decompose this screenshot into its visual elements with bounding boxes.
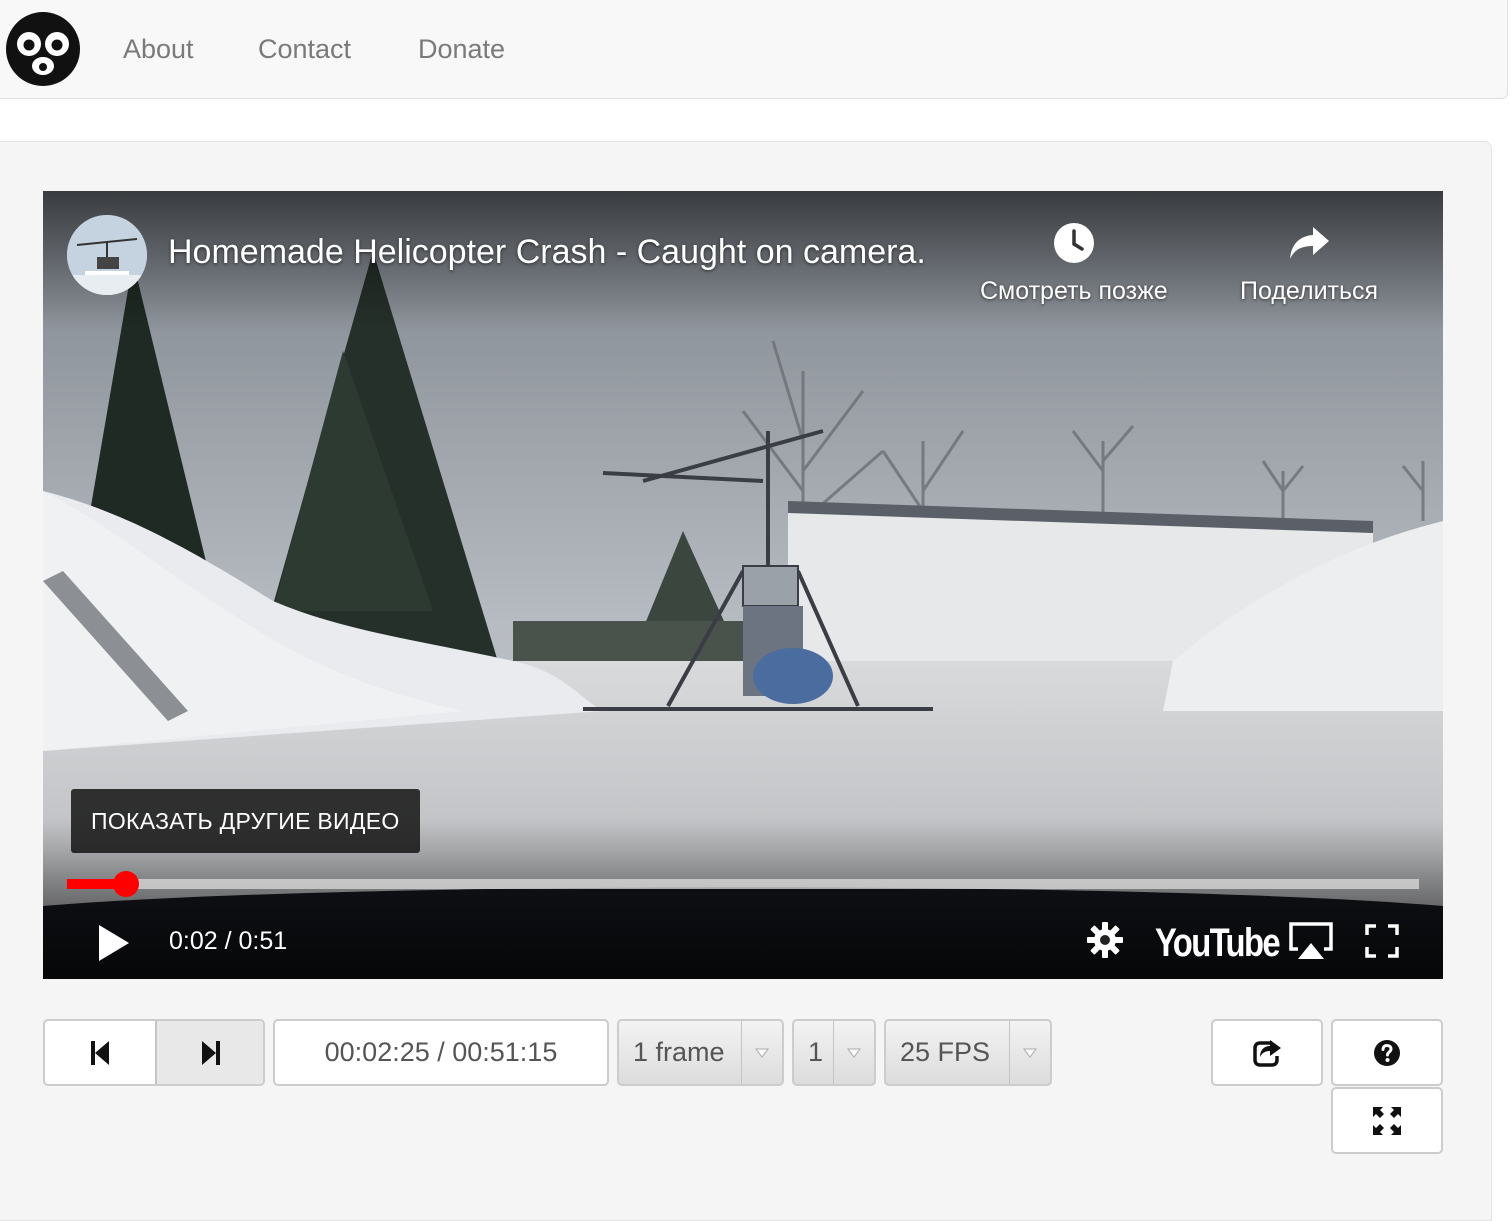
more-videos-button[interactable]: ПОКАЗАТЬ ДРУГИЕ ВИДЕО — [71, 789, 420, 853]
chevron-down-icon — [741, 1021, 782, 1084]
skip-previous-icon — [91, 1040, 109, 1065]
multiplier-select[interactable]: 1 — [792, 1019, 876, 1086]
nav-about-link[interactable]: About — [123, 30, 194, 68]
channel-avatar[interactable] — [67, 215, 147, 295]
youtube-video-player[interactable]: Homemade Helicopter Crash - Caught on ca… — [43, 191, 1443, 979]
fullscreen-icon[interactable] — [1365, 924, 1399, 958]
fullscreen-expand-button[interactable] — [1331, 1087, 1443, 1154]
question-circle-icon — [1374, 1039, 1400, 1066]
frame-step-button-group — [43, 1019, 265, 1086]
skip-next-icon — [202, 1040, 220, 1065]
top-navbar: About Contact Donate — [0, 0, 1508, 99]
youtube-logo[interactable]: YouTube — [1155, 921, 1281, 966]
fps-select[interactable]: 25 FPS — [884, 1019, 1052, 1086]
monkey-logo-icon[interactable] — [5, 11, 81, 87]
watch-later-button[interactable]: Смотреть позже — [980, 221, 1168, 306]
timecode-display[interactable]: 00:02:25 / 00:51:15 — [273, 1019, 609, 1086]
nav-donate-link[interactable]: Donate — [418, 30, 505, 68]
airplay-icon[interactable] — [1288, 921, 1334, 961]
fps-value: 25 FPS — [900, 1037, 991, 1067]
clock-icon — [1053, 223, 1094, 263]
watch-later-label: Смотреть позже — [980, 277, 1168, 305]
multiplier-value: 1 — [808, 1037, 824, 1067]
video-title[interactable]: Homemade Helicopter Crash - Caught on ca… — [168, 233, 926, 272]
step-size-value: 1 frame — [633, 1037, 725, 1067]
play-icon[interactable] — [95, 923, 131, 963]
share-square-icon — [1253, 1039, 1281, 1067]
share-arrow-icon — [1290, 227, 1330, 259]
chevron-down-icon — [1009, 1021, 1050, 1084]
share-export-button[interactable] — [1211, 1019, 1323, 1086]
video-time-display: 0:02 / 0:51 — [169, 927, 288, 955]
previous-frame-button[interactable] — [45, 1021, 155, 1084]
next-frame-button[interactable] — [155, 1021, 263, 1084]
helicopter-thumbnail-icon — [67, 215, 147, 295]
share-label: Поделиться — [1240, 277, 1379, 305]
settings-gear-icon[interactable] — [1086, 921, 1124, 959]
step-size-select[interactable]: 1 frame — [617, 1019, 784, 1086]
share-button[interactable]: Поделиться — [1240, 221, 1378, 306]
expand-arrows-icon — [1373, 1106, 1401, 1135]
chevron-down-icon — [833, 1021, 874, 1084]
help-button[interactable] — [1331, 1019, 1443, 1086]
progress-bar[interactable] — [67, 871, 1419, 897]
nav-contact-link[interactable]: Contact — [258, 30, 351, 68]
